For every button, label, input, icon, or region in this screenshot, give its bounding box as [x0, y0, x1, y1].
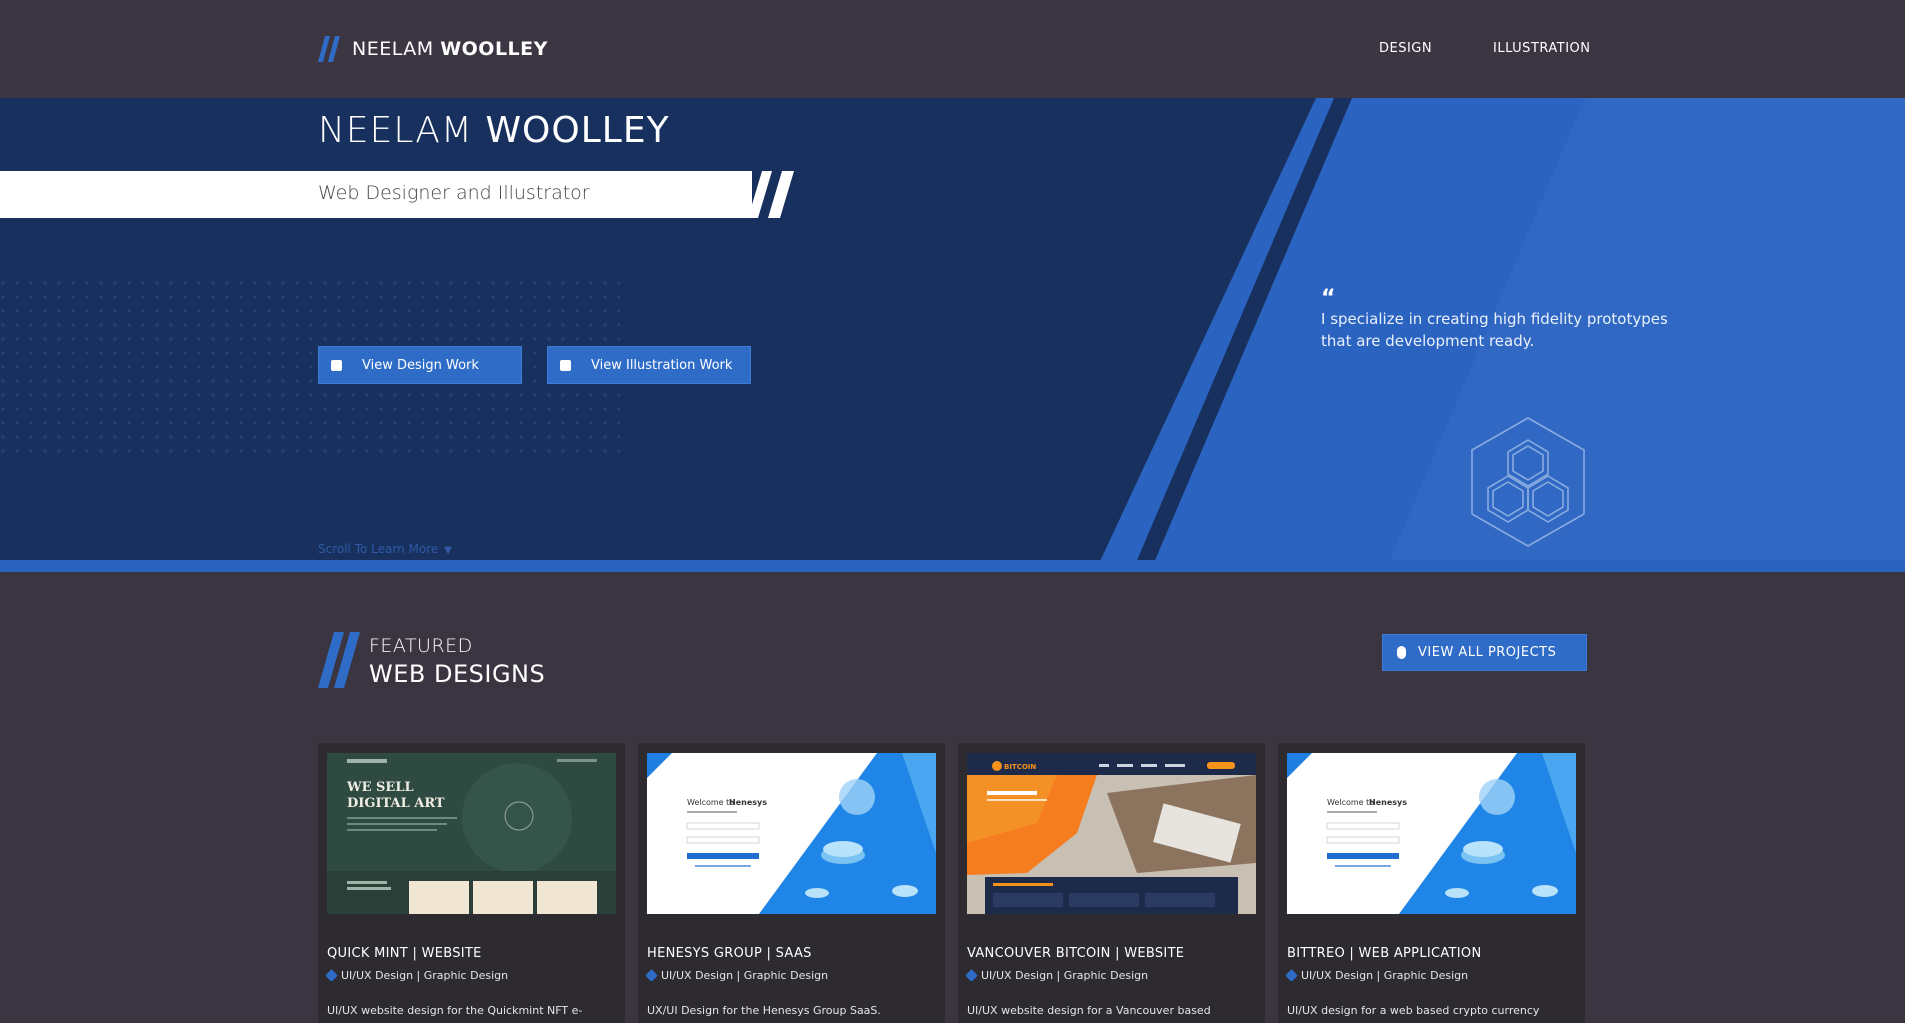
- project-tags-text: UI/UX Design | Graphic Design: [1301, 969, 1469, 982]
- thumb-brand: Henesys: [1369, 798, 1407, 807]
- thumb-brand: BITCOIN: [1004, 763, 1036, 771]
- project-tags-text: UI/UX Design | Graphic Design: [341, 969, 509, 982]
- hero-bottom-bar: [0, 560, 1905, 572]
- logo-last-name: WOOLLEY: [440, 38, 548, 60]
- project-card-vancouver-bitcoin[interactable]: BITCOIN VANCOUVER BITCOIN | WEBSITE UI/U…: [958, 743, 1265, 1023]
- tag-icon: [645, 969, 658, 982]
- logo-first-name: NEELAM: [352, 38, 434, 60]
- thumb-headline-1: WE SELL: [346, 780, 414, 795]
- project-card-henesys[interactable]: Welcome to Henesys HENESYS GROUP | SAAS …: [638, 743, 945, 1023]
- nav-design[interactable]: DESIGN: [1379, 41, 1432, 56]
- hero-quote: I specialize in creating high fidelity p…: [1321, 310, 1668, 350]
- hexagon-logo-icon: [1471, 417, 1585, 547]
- triangle-down-icon: ▼: [444, 545, 452, 556]
- hero-title-first: NEELAM: [318, 110, 473, 151]
- view-all-projects-button[interactable]: VIEW ALL PROJECTS: [1382, 634, 1587, 671]
- featured-label: FEATURED: [369, 635, 473, 657]
- project-tags-text: UI/UX Design | Graphic Design: [981, 969, 1149, 982]
- view-all-projects-label: VIEW ALL PROJECTS: [1418, 645, 1557, 660]
- site-logo[interactable]: NEELAM WOOLLEY: [318, 36, 548, 62]
- checkbox-icon: [331, 359, 342, 371]
- logo-text: NEELAM WOOLLEY: [352, 38, 548, 60]
- project-thumbnail: WE SELL DIGITAL ART: [327, 753, 616, 914]
- thumb-brand: Henesys: [729, 798, 767, 807]
- tag-icon: [965, 969, 978, 982]
- project-tags-text: UI/UX Design | Graphic Design: [661, 969, 829, 982]
- hero-section: NEELAM WOOLLEY Web Designer and Illustra…: [0, 98, 1905, 572]
- project-description: UI/UX design for a web based crypto curr…: [1287, 1004, 1540, 1017]
- project-title: VANCOUVER BITCOIN | WEBSITE: [967, 946, 1185, 961]
- checkbox-icon: [560, 359, 571, 371]
- project-card-bittreo[interactable]: Welcome to Henesys BITTREO | WEB APPLICA…: [1278, 743, 1585, 1023]
- hero-title-last: WOOLLEY: [485, 110, 670, 151]
- project-card-quick-mint[interactable]: WE SELL DIGITAL ART QUICK MINT | WEBSITE…: [318, 743, 625, 1023]
- project-title: BITTREO | WEB APPLICATION: [1287, 946, 1482, 961]
- project-tags: UI/UX Design | Graphic Design: [645, 969, 829, 982]
- tag-icon: [1285, 969, 1298, 982]
- featured-heading: WEB DESIGNS: [369, 660, 546, 688]
- project-thumbnail: Welcome to Henesys: [647, 753, 936, 914]
- project-description: UI/UX website design for a Vancouver bas…: [967, 1004, 1211, 1017]
- project-description: UX/UI Design for the Henesys Group SaaS.: [647, 1004, 881, 1017]
- hero-subtitle: Web Designer and Illustrator: [318, 182, 590, 204]
- project-title: HENESYS GROUP | SAAS: [647, 946, 812, 961]
- scroll-to-learn-more[interactable]: Scroll To Learn More ▼: [318, 542, 452, 556]
- nav-illustration[interactable]: ILLUSTRATION: [1493, 41, 1591, 56]
- project-title: QUICK MINT | WEBSITE: [327, 946, 482, 961]
- site-header: NEELAM WOOLLEY DESIGN ILLUSTRATION: [0, 0, 1905, 98]
- thumb-welcome: Welcome to: [687, 798, 734, 807]
- project-tags: UI/UX Design | Graphic Design: [965, 969, 1149, 982]
- thumb-headline-2: DIGITAL ART: [347, 796, 445, 811]
- view-illustration-work-label: View Illustration Work: [591, 357, 733, 373]
- scroll-label: Scroll To Learn More: [318, 542, 439, 556]
- project-description: UI/UX website design for the Quickmint N…: [327, 1004, 583, 1017]
- view-design-work-button[interactable]: View Design Work: [318, 346, 522, 384]
- project-tags: UI/UX Design | Graphic Design: [1285, 969, 1469, 982]
- project-thumbnail: BITCOIN: [967, 753, 1256, 914]
- featured-slashes-icon: [318, 632, 360, 688]
- view-design-work-label: View Design Work: [362, 357, 479, 373]
- project-thumbnail: Welcome to Henesys: [1287, 753, 1576, 914]
- project-tags: UI/UX Design | Graphic Design: [325, 969, 509, 982]
- view-illustration-work-button[interactable]: View Illustration Work: [547, 346, 751, 384]
- tag-icon: [325, 969, 338, 982]
- thumb-welcome: Welcome to: [1327, 798, 1374, 807]
- logo-slashes-icon: [318, 36, 340, 62]
- subtitle-slashes-icon: [748, 171, 794, 218]
- hero-title: NEELAM WOOLLEY: [318, 110, 670, 151]
- mouse-icon: [1397, 646, 1406, 659]
